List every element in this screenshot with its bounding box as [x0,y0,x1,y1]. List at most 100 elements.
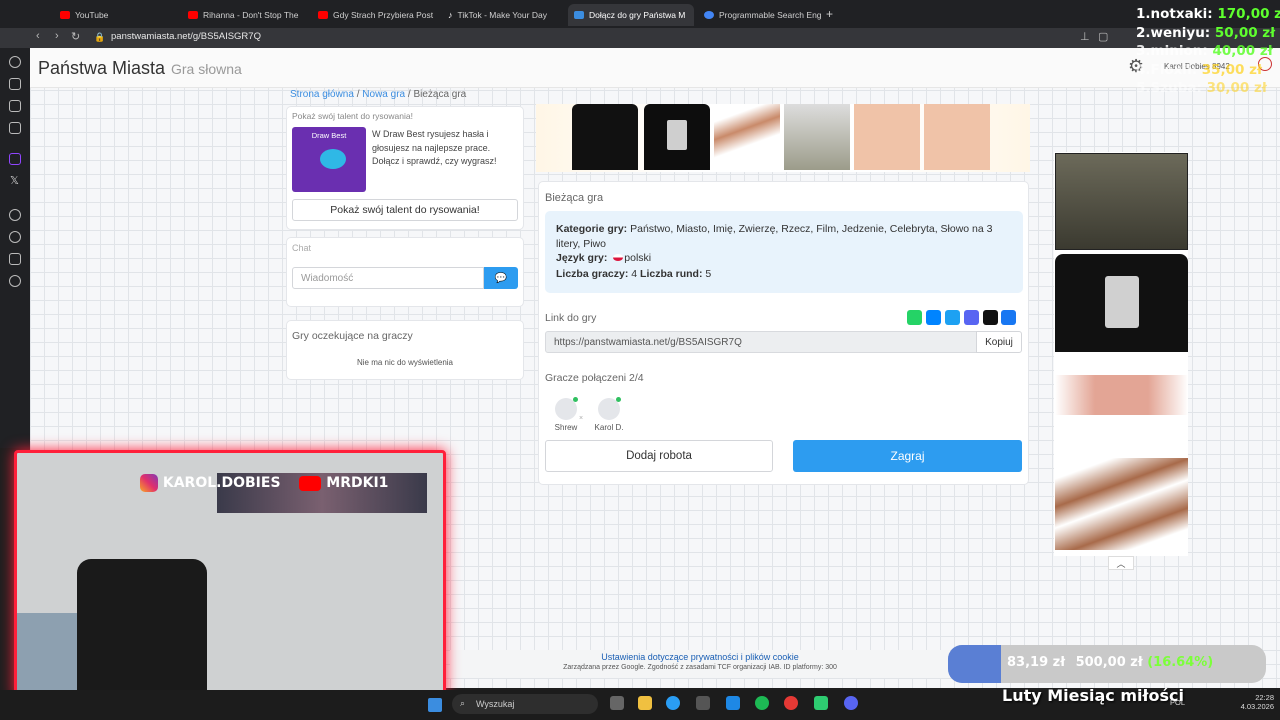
instagram-handle: KAROL.DOBIES [162,475,281,491]
youtube-handle: MRDKI1 [326,475,389,491]
rounds-value: 5 [705,268,712,280]
opera-icon[interactable] [784,696,798,710]
tab-tiktok[interactable]: ♪ TikTok - Make Your Day [442,4,564,26]
goal-current: 83,19 zł [1007,655,1066,670]
ad-socks-image[interactable] [1055,458,1188,550]
forward-icon[interactable]: › [55,30,59,42]
current-game-title: Bieżąca gra [545,192,604,204]
reload-icon[interactable]: ↻ [71,30,80,43]
language-value: polski [624,252,652,264]
edge-icon[interactable] [666,696,680,710]
add-robot-button[interactable]: Dodaj robota [545,440,773,472]
leaderboard-entry: 5.Szuba: 30,00 zł [1136,80,1267,96]
url-field[interactable]: panstwamiasta.net/g/BS5AISGR7Q [111,31,261,42]
user-icon [555,397,578,420]
language-indicator[interactable]: POL [1170,698,1185,707]
draw-best-image[interactable]: Draw Best [292,127,366,192]
game-link-input[interactable]: https://panstwamiasta.net/g/BS5AISGR7Q [545,331,977,353]
sidebar-icon[interactable] [9,56,21,68]
send-button[interactable]: 💬 [484,267,518,289]
store-icon[interactable] [696,696,710,710]
mail-icon[interactable] [726,696,740,710]
x-icon[interactable]: 𝕏 [10,174,19,187]
youtube-icon [60,11,70,19]
breadcrumb-current: Bieżąca gra [413,89,467,100]
ad-tshirt-image[interactable] [644,104,710,170]
leaderboard-entry: 2.weniyu: 50,00 zł [1136,24,1276,41]
cookie-settings-link[interactable]: Ustawienia dotyczące prywatności i plikó… [450,652,950,662]
leaderboard-entry: 4.Floxii: 35,00 zł [1136,61,1262,78]
tab-panstwa-miasta[interactable]: Dołącz do gry Państwa M [568,4,694,26]
sidebar-icon[interactable] [9,78,21,90]
teams-icon[interactable] [964,310,979,325]
taskbar-search[interactable]: Wyszukaj [452,694,598,714]
task-view-icon[interactable] [610,696,624,710]
ad-backpack-image[interactable] [784,104,850,170]
tab-rihanna[interactable]: Rihanna - Don't Stop The [182,4,306,26]
discord-icon[interactable] [844,696,858,710]
sidebar-icon[interactable] [9,100,21,112]
sidebar-icon[interactable] [9,122,21,134]
promo-title: Pokaż swój talent do rysowania! [292,111,413,121]
game-language-line: Język gry: polski [556,252,651,264]
ad-tshirt-image[interactable] [572,104,638,170]
play-button[interactable]: Zagraj [793,440,1022,472]
site-subtitle: Gra słowna [171,61,242,77]
ad-hand-image[interactable] [1055,375,1188,415]
google-icon [704,11,714,19]
snapchat-icon[interactable] [983,310,998,325]
leaderboard-entry: 3.minion: 40,00 zł [1136,43,1273,59]
whatsapp-icon[interactable] [907,310,922,325]
ad-hand-image[interactable] [854,104,920,170]
share-plus-icon[interactable] [1001,310,1016,325]
site-title[interactable]: Państwa Miasta [38,58,165,79]
twitch-icon[interactable] [9,153,21,165]
sidebar-icon[interactable] [9,209,21,221]
ad-backpack-image[interactable] [1055,153,1188,250]
breadcrumb: Strona główna / Nowa gra / Bieżąca gra [290,89,466,100]
bed-image [17,613,77,695]
chat-input[interactable]: Wiadomość [292,267,484,289]
lock-icon: 🔒 [94,32,106,42]
settings-icon[interactable] [9,275,21,287]
waiting-games-title: Gry oczekujące na graczy [292,330,413,342]
twitter-icon[interactable] [945,310,960,325]
messenger-icon[interactable] [926,310,941,325]
game-categories-line: Kategorie gry: Państwo, Miasto, Imię, Zw… [556,222,1006,252]
spotify-icon[interactable] [755,696,769,710]
player-item[interactable]: Karol D. [592,397,626,432]
connected-players-label: Gracze połączeni 2/4 [545,372,644,384]
chevron-up-icon[interactable]: ︿ [1108,556,1134,570]
tab-gdy-strach[interactable]: Gdy Strach Przybiera Post [312,4,436,26]
start-icon[interactable] [428,698,442,712]
remove-player-icon[interactable]: × [579,415,583,422]
extensions-icon[interactable]: ▢ [1098,30,1108,43]
donation-goal-text: 83,19 zł 500,00 zł (16.64%) [1007,655,1213,670]
promo-button[interactable]: Pokaż swój talent do rysowania! [292,199,518,221]
ad-tshirt-image[interactable] [1055,254,1188,352]
clock[interactable]: 22:28 4.03.2026 [1240,693,1274,711]
player-item[interactable]: Shrew [552,397,580,432]
ad-hand-image[interactable] [924,104,990,170]
copy-button[interactable]: Kopiuj [976,331,1022,353]
stream-banner: Luty Miesiąc miłości [1002,686,1184,705]
history-icon[interactable] [9,231,21,243]
file-explorer-icon[interactable] [638,696,652,710]
cookie-text: Zarządzana przez Google. Zgodność z zasa… [563,664,837,671]
players-label: Liczba graczy: [556,268,629,280]
tab-programmable-search[interactable]: Programmable Search Eng [698,4,822,26]
pin-icon[interactable]: ⊥ [1080,30,1090,43]
sidebar-icon[interactable] [9,253,21,265]
tiktok-icon: ♪ [448,10,453,20]
youtube-icon [299,475,322,491]
ad-socks-image[interactable] [714,104,780,170]
players-value: 4 [631,268,638,280]
back-icon[interactable]: ‹ [36,30,40,42]
breadcrumb-new-game[interactable]: Nowa gra [362,89,405,100]
chair-image [77,559,207,695]
breadcrumb-home[interactable]: Strona główna [290,89,354,100]
goal-target: 500,00 zł [1075,655,1143,670]
tab-youtube[interactable]: YouTube [54,4,178,26]
app-icon[interactable] [814,696,828,710]
new-tab-icon[interactable]: + [826,7,833,21]
